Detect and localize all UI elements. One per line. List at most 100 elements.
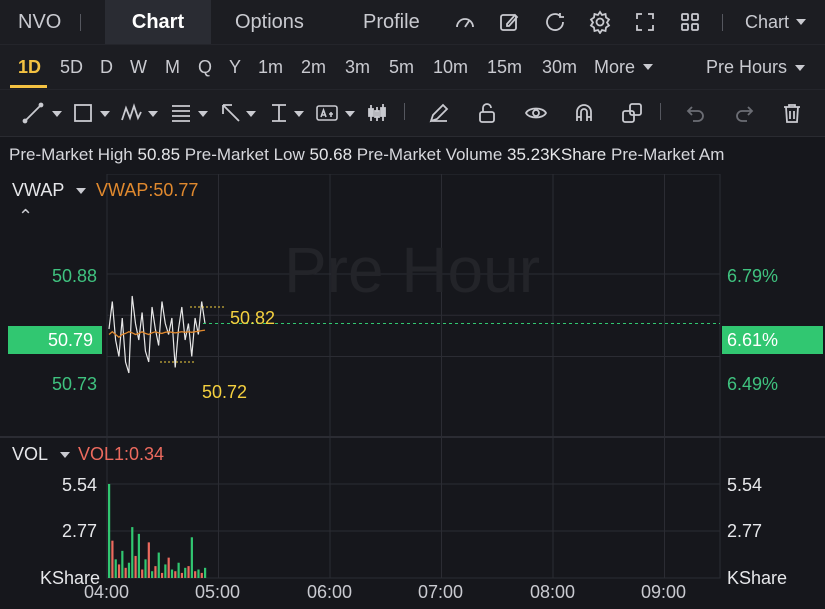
redo-icon[interactable] bbox=[733, 102, 755, 124]
magnet-icon[interactable] bbox=[573, 102, 595, 124]
timeframe-d[interactable]: D bbox=[100, 45, 113, 89]
volume-right-axis-label: 2.77 bbox=[727, 521, 763, 541]
measure-tool-icon[interactable] bbox=[268, 102, 290, 124]
text-tool-icon[interactable] bbox=[316, 102, 338, 124]
volume-bar bbox=[121, 550, 124, 578]
rectangle-tool-icon[interactable] bbox=[72, 102, 94, 124]
fullscreen-icon[interactable] bbox=[633, 10, 657, 34]
pencil-icon[interactable] bbox=[428, 102, 450, 124]
volume-bar bbox=[197, 569, 200, 578]
volume-bar bbox=[177, 562, 180, 578]
session-high-label: 50.82 bbox=[230, 308, 276, 328]
timeframe-30m[interactable]: 30m bbox=[542, 45, 577, 89]
volume-bar bbox=[151, 571, 154, 578]
timeframe-3m[interactable]: 3m bbox=[345, 45, 370, 89]
volume-bar bbox=[194, 571, 197, 578]
timeframe-y[interactable]: Y bbox=[229, 45, 241, 89]
volume-bar bbox=[154, 566, 157, 578]
volume-bar bbox=[147, 542, 150, 578]
volume-bar bbox=[174, 571, 177, 578]
time-axis-label: 05:00 bbox=[195, 582, 241, 602]
chart-canvas[interactable]: Pre Hour bbox=[0, 174, 825, 609]
timeframe-1m[interactable]: 1m bbox=[258, 45, 283, 89]
timeframe-q[interactable]: Q bbox=[198, 45, 212, 89]
current-pct-value: 6.61% bbox=[727, 330, 779, 350]
timeframe-2m[interactable]: 2m bbox=[301, 45, 326, 89]
chevron-down-icon[interactable] bbox=[796, 19, 806, 25]
right-axis-label: 6.49% bbox=[727, 374, 779, 394]
timeframe-w[interactable]: W bbox=[130, 45, 147, 89]
premarket-amount-label: Pre-Market Am bbox=[611, 145, 725, 164]
top-tab-bar: NVO Chart Options Profile Chart bbox=[0, 0, 825, 44]
session-select[interactable]: Pre Hours bbox=[706, 45, 787, 89]
chevron-down-icon[interactable] bbox=[643, 64, 653, 70]
volume-bar bbox=[137, 533, 140, 578]
timeframe-5d[interactable]: 5D bbox=[60, 45, 83, 89]
unlock-icon[interactable] bbox=[476, 102, 498, 124]
left-axis-label: 50.73 bbox=[52, 374, 98, 394]
eye-icon[interactable] bbox=[524, 102, 548, 124]
timeframe-m[interactable]: M bbox=[165, 45, 180, 89]
fibonacci-tool-icon[interactable] bbox=[170, 102, 192, 124]
settings-gear-icon[interactable] bbox=[588, 10, 612, 35]
arrow-tool-icon[interactable] bbox=[220, 102, 242, 124]
time-axis-label: 06:00 bbox=[307, 582, 353, 602]
timeframe-10m[interactable]: 10m bbox=[433, 45, 468, 89]
volume-bar bbox=[144, 559, 147, 578]
divider bbox=[404, 103, 405, 120]
premarket-low-value: 50.68 bbox=[309, 145, 353, 164]
divider bbox=[660, 103, 661, 120]
tab-options[interactable]: Options bbox=[235, 0, 304, 44]
volume-bar bbox=[111, 540, 114, 578]
time-axis-label: 08:00 bbox=[530, 582, 576, 602]
collapse-chevron-icon[interactable]: ⌃ bbox=[18, 206, 33, 227]
speedometer-icon[interactable] bbox=[453, 10, 477, 34]
chart-menu-button[interactable]: Chart bbox=[745, 0, 789, 44]
chevron-down-icon[interactable] bbox=[795, 65, 805, 71]
chevron-down-icon[interactable] bbox=[345, 111, 355, 117]
chevron-down-icon[interactable] bbox=[294, 111, 304, 117]
layers-icon[interactable] bbox=[621, 102, 643, 124]
volume-bar bbox=[127, 562, 131, 578]
right-axis-label: 6.79% bbox=[727, 266, 779, 286]
trash-icon[interactable] bbox=[781, 102, 803, 124]
tab-profile[interactable]: Profile bbox=[363, 0, 420, 44]
edit-icon[interactable] bbox=[497, 10, 521, 34]
more-timeframes-button[interactable]: More bbox=[594, 45, 635, 89]
volume-bar bbox=[184, 567, 187, 578]
divider bbox=[722, 14, 723, 31]
volume-bar bbox=[164, 564, 167, 578]
timeframe-15m[interactable]: 15m bbox=[487, 45, 522, 89]
chevron-down-icon[interactable] bbox=[198, 111, 208, 117]
premarket-info-bar: Pre-Market High 50.85 Pre-Market Low 50.… bbox=[0, 136, 825, 174]
time-axis-label: 07:00 bbox=[418, 582, 464, 602]
timeframe-5m[interactable]: 5m bbox=[389, 45, 414, 89]
active-timeframe-indicator bbox=[10, 85, 47, 88]
session-watermark: Pre Hour bbox=[284, 234, 540, 306]
vwap-indicator-name[interactable]: VWAP bbox=[12, 180, 64, 201]
pattern-tool-icon[interactable] bbox=[120, 102, 142, 124]
symbol-label[interactable]: NVO bbox=[18, 0, 61, 44]
chevron-down-icon[interactable] bbox=[60, 452, 70, 458]
chevron-down-icon[interactable] bbox=[148, 111, 158, 117]
volume-bar bbox=[157, 552, 160, 578]
refresh-icon[interactable] bbox=[543, 10, 567, 34]
timeframe-1d[interactable]: 1D bbox=[18, 45, 41, 89]
chevron-down-icon[interactable] bbox=[246, 111, 256, 117]
undo-icon[interactable] bbox=[685, 102, 707, 124]
volume-bar bbox=[180, 572, 184, 578]
premarket-volume-value: 35.23KShare bbox=[507, 145, 607, 164]
volume-indicator-name[interactable]: VOL bbox=[12, 444, 48, 465]
premarket-volume-label: Pre-Market Volume bbox=[356, 145, 503, 164]
layout-grid-icon[interactable] bbox=[678, 10, 702, 34]
time-axis-label: 04:00 bbox=[84, 582, 130, 602]
volume-bar bbox=[204, 567, 207, 578]
chevron-down-icon[interactable] bbox=[52, 111, 62, 117]
trendline-tool-icon[interactable] bbox=[22, 102, 44, 124]
candlestick-tool-icon[interactable] bbox=[366, 102, 388, 124]
drawing-toolbar bbox=[0, 89, 825, 137]
chevron-down-icon[interactable] bbox=[100, 111, 110, 117]
tab-chart[interactable]: Chart bbox=[105, 0, 211, 44]
current-price-tag: 50.79 bbox=[8, 326, 102, 354]
chevron-down-icon[interactable] bbox=[76, 188, 86, 194]
